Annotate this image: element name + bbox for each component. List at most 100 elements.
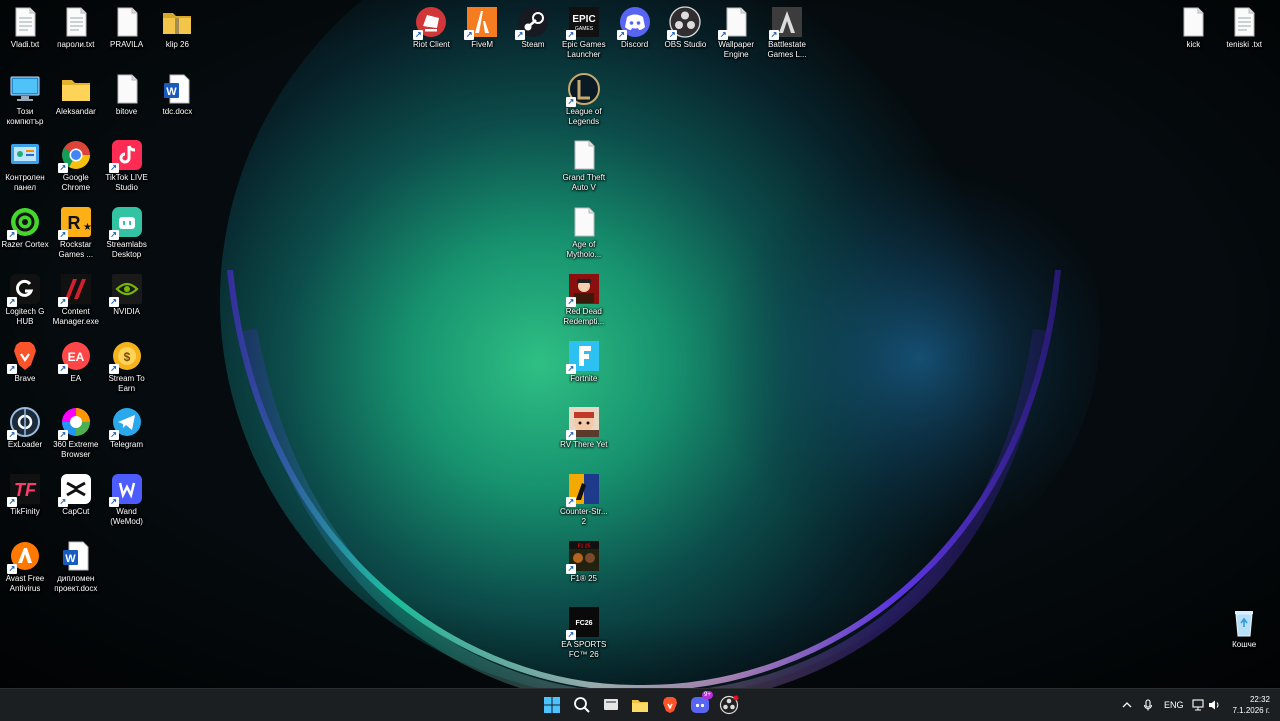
network-button[interactable] xyxy=(1191,698,1205,712)
desktop-icon-wand[interactable]: ↗ Wand (WeMod) xyxy=(102,471,152,527)
desktop-icon-f1[interactable]: F1 25 ↗ F1® 25 xyxy=(559,538,609,584)
desktop-icon-klip[interactable]: klip 26 xyxy=(152,4,202,50)
desktop-icon-contentmgr[interactable]: ↗ Content Manager.exe xyxy=(51,271,101,327)
shortcut-arrow-icon: ↗ xyxy=(565,296,576,307)
desktop-icon-gta[interactable]: Grand Theft Auto V xyxy=(559,137,609,193)
desktop-icon-rockstar[interactable]: R ★ ↗ Rockstar Games ... xyxy=(51,204,101,260)
desktop-icon-nvidia[interactable]: ↗ NVIDIA xyxy=(102,271,152,317)
desktop-icon-wallpaper[interactable]: ↗ Wallpaper Engine xyxy=(711,4,761,60)
microphone-icon xyxy=(1143,699,1153,711)
desktop-icon-label: CapCut xyxy=(62,506,90,516)
task-view-button[interactable] xyxy=(601,695,621,715)
desktop-icon-diploma[interactable]: Wдипломен проект.docx xyxy=(51,538,101,594)
clock[interactable]: 22:32 7.1.2026 г. xyxy=(1232,694,1270,716)
telegram-icon: ↗ xyxy=(108,406,143,441)
logitech-icon: ↗ xyxy=(7,273,41,307)
desktop-icon-telegram[interactable]: ↗ Telegram xyxy=(102,404,152,450)
desktop-icon-teniski[interactable]: teniski .txt xyxy=(1219,4,1269,50)
desktop-icon-pravila[interactable]: PRAVILA xyxy=(102,4,152,50)
volume-button[interactable] xyxy=(1207,698,1221,712)
desktop-icon-bitove[interactable]: bitove xyxy=(102,71,152,117)
blank-file-icon xyxy=(111,73,143,105)
desktop-icon-tdc[interactable]: Wtdc.docx xyxy=(152,71,202,117)
desktop-icon-thispc[interactable]: Този компютър xyxy=(0,71,50,127)
desktop-icon-avast[interactable]: ↗ Avast Free Antivirus xyxy=(0,538,50,594)
microphone-button[interactable] xyxy=(1141,698,1155,712)
discord-taskbar-button[interactable]: 9+ xyxy=(690,691,713,715)
obs-icon: ↗ xyxy=(667,6,702,40)
f1-icon: F1 25 ↗ xyxy=(565,540,600,574)
start-button[interactable] xyxy=(542,695,562,715)
folder-zip-icon xyxy=(161,6,193,38)
desktop-icon-epic[interactable]: EPIC GAMES ↗ Epic Games Launcher xyxy=(559,4,609,60)
counter-strike-icon: ↗ xyxy=(565,473,600,507)
desktop-icon-chrome[interactable]: ↗ Google Chrome xyxy=(51,137,101,193)
desktop-icon-obs[interactable]: ↗ OBS Studio xyxy=(660,4,710,50)
desktop-icon-fortnite[interactable]: ↗ Fortnite xyxy=(559,338,609,384)
desktop-icon-capcut[interactable]: ↗ CapCut xyxy=(51,471,101,517)
shortcut-arrow-icon: ↗ xyxy=(57,363,68,374)
shortcut-arrow-icon: ↗ xyxy=(565,96,576,107)
capcut-icon: ↗ xyxy=(57,473,92,507)
show-hidden-icons-button[interactable] xyxy=(1120,698,1134,712)
desktop-icon-controlpanel[interactable]: Контролен панел xyxy=(0,137,50,193)
desktop-icon-ea[interactable]: EA ↗ EA xyxy=(51,338,101,384)
desktop-icon-streamtoearn[interactable]: $ ↗ Stream To Earn xyxy=(102,338,152,394)
desktop-icon-label: RV There Yet xyxy=(560,440,608,450)
desktop-icon-label: bitove xyxy=(115,106,138,116)
desktop-icon-streamlabs[interactable]: ↗ Streamlabs Desktop xyxy=(102,204,152,260)
shortcut-arrow-icon: ↗ xyxy=(57,496,68,507)
desktop-icon-kick[interactable]: kick xyxy=(1168,4,1218,50)
desktop-icon-label: Rockstar Games ... xyxy=(58,240,94,260)
obs-taskbar-button[interactable] xyxy=(719,695,739,715)
desktop-icon-paroli[interactable]: пароли.txt xyxy=(51,4,101,50)
desktop-icon-discord[interactable]: ↗ Discord xyxy=(610,4,660,50)
desktop-icon-steam[interactable]: ↗ Steam xyxy=(508,4,558,50)
desktop-icon-recycle[interactable]: Кошче xyxy=(1219,604,1269,650)
blank-file-icon: ↗ xyxy=(718,6,752,40)
shortcut-arrow-icon: ↗ xyxy=(57,296,68,307)
desktop-icon-vladi[interactable]: Vladi.txt xyxy=(0,4,50,50)
desktop-icon-battlestate[interactable]: ↗ Battlestate Games L... xyxy=(762,4,812,60)
desktop-icon-exloader[interactable]: ↗ ExLoader xyxy=(0,404,50,450)
desktop-icon-cs2[interactable]: ↗ Counter-Str... 2 xyxy=(559,471,609,527)
desktop-icon-label: 360 Extreme Browser xyxy=(53,440,99,460)
desktop-icon-aleksandar[interactable]: Aleksandar xyxy=(51,71,101,117)
desktop-icon-label: дипломен проект.docx xyxy=(54,573,98,593)
desktop-icon-fc26[interactable]: FC26 ↗ EA SPORTS FC™ 26 xyxy=(559,604,609,660)
desktop-icon-label: FiveM xyxy=(471,40,494,49)
desktop-icon-tikfinity[interactable]: TF ↗ TikFinity xyxy=(0,471,50,517)
rv-there-yet-icon: ↗ xyxy=(565,406,600,441)
desktop-icon-brave[interactable]: ↗ Brave xyxy=(0,338,50,384)
desktop-icon-tiktok[interactable]: ↗ TikTok LIVE Studio xyxy=(102,137,152,193)
desktop-icon-fivem[interactable]: ↗ FiveM xyxy=(457,4,507,50)
brave-icon: ↗ xyxy=(7,340,41,374)
desktop-icon-label: Кошче xyxy=(1232,640,1257,650)
avast-icon: ↗ xyxy=(7,540,41,574)
streamlabs-icon: ↗ xyxy=(108,206,143,241)
file-explorer-button[interactable] xyxy=(630,695,650,715)
folder-icon xyxy=(60,73,92,105)
desktop-icon-360[interactable]: ↗ 360 Extreme Browser xyxy=(51,404,101,460)
desktop-icon-riot[interactable]: ↗ Riot Client xyxy=(406,4,456,50)
rockstar-icon: R ★ ↗ xyxy=(57,206,92,241)
chrome-icon: ↗ xyxy=(57,139,92,174)
input-language-button[interactable]: ENG xyxy=(1164,698,1184,712)
shortcut-arrow-icon: ↗ xyxy=(7,296,17,307)
svg-text:W: W xyxy=(167,86,178,98)
shortcut-arrow-icon: ↗ xyxy=(57,230,68,241)
desktop-icon-logitech[interactable]: ↗ Logitech G HUB xyxy=(0,271,50,327)
desktop-icon-label: Този компютър xyxy=(6,106,44,126)
desktop-icon-rdr[interactable]: ↗ Red Dead Redempti... xyxy=(559,271,609,327)
folder-icon xyxy=(632,700,648,712)
desktop-icon-label: League of Legends xyxy=(566,106,602,126)
shortcut-arrow-icon: ↗ xyxy=(57,163,68,174)
search-button[interactable] xyxy=(572,695,592,715)
fortnite-icon: ↗ xyxy=(565,340,600,374)
blank-file-icon xyxy=(111,6,143,38)
desktop-icon-rv[interactable]: ↗ RV There Yet xyxy=(559,404,609,450)
brave-taskbar-button[interactable] xyxy=(660,695,680,715)
desktop-icon-razer[interactable]: ↗ Razer Cortex xyxy=(0,204,50,250)
desktop-icon-lol[interactable]: ↗ League of Legends xyxy=(559,71,609,127)
desktop-icon-aom[interactable]: Age of Mytholo... xyxy=(559,204,609,260)
